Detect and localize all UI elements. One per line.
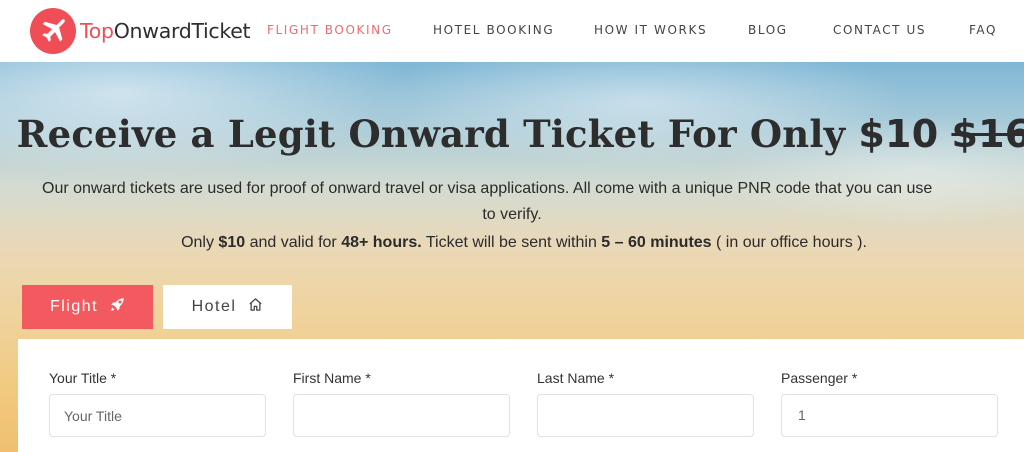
nav-flight-booking[interactable]: FLIGHT BOOKING xyxy=(267,23,393,37)
tab-hotel-label: Hotel xyxy=(191,298,237,315)
airplane-icon xyxy=(30,8,76,54)
rocket-icon xyxy=(110,297,125,317)
brand-name: TopOnwardTicket xyxy=(80,19,251,43)
nav-how-it-works[interactable]: HOW IT WORKS xyxy=(594,23,707,37)
top-navbar: TopOnwardTicket FLIGHT BOOKING HOTEL BOO… xyxy=(0,0,1024,62)
price-old: $16 xyxy=(951,112,1024,156)
first-name-input[interactable] xyxy=(293,394,510,437)
tab-hotel[interactable]: Hotel xyxy=(163,285,292,329)
tab-flight-label: Flight xyxy=(49,298,99,315)
nav-blog[interactable]: BLOG xyxy=(748,23,788,37)
hero-title: Receive a Legit Onward Ticket For Only $… xyxy=(0,112,1024,156)
nav-contact-us[interactable]: CONTACT US xyxy=(833,23,926,37)
passenger-value: 1 xyxy=(798,407,806,423)
nav-hotel-booking[interactable]: HOTEL BOOKING xyxy=(433,23,554,37)
hero-description-line-3: Only $10 and valid for 48+ hours. Ticket… xyxy=(181,234,867,251)
passenger-select[interactable] xyxy=(781,394,998,437)
price-new: $10 xyxy=(858,112,939,156)
title-input[interactable] xyxy=(49,394,266,437)
tab-flight[interactable]: Flight xyxy=(22,285,153,329)
brand-logo[interactable]: TopOnwardTicket xyxy=(30,8,251,54)
title-label: Your Title * xyxy=(49,370,117,386)
nav-faq[interactable]: FAQ xyxy=(969,23,997,37)
hero-description-line-1: Our onward tickets are used for proof of… xyxy=(42,180,933,197)
first-name-label: First Name * xyxy=(293,370,371,386)
passenger-label: Passenger * xyxy=(781,370,858,386)
last-name-label: Last Name * xyxy=(537,370,615,386)
last-name-input[interactable] xyxy=(537,394,754,437)
hero-description-line-2: to verify. xyxy=(482,206,542,223)
home-icon xyxy=(248,297,263,317)
